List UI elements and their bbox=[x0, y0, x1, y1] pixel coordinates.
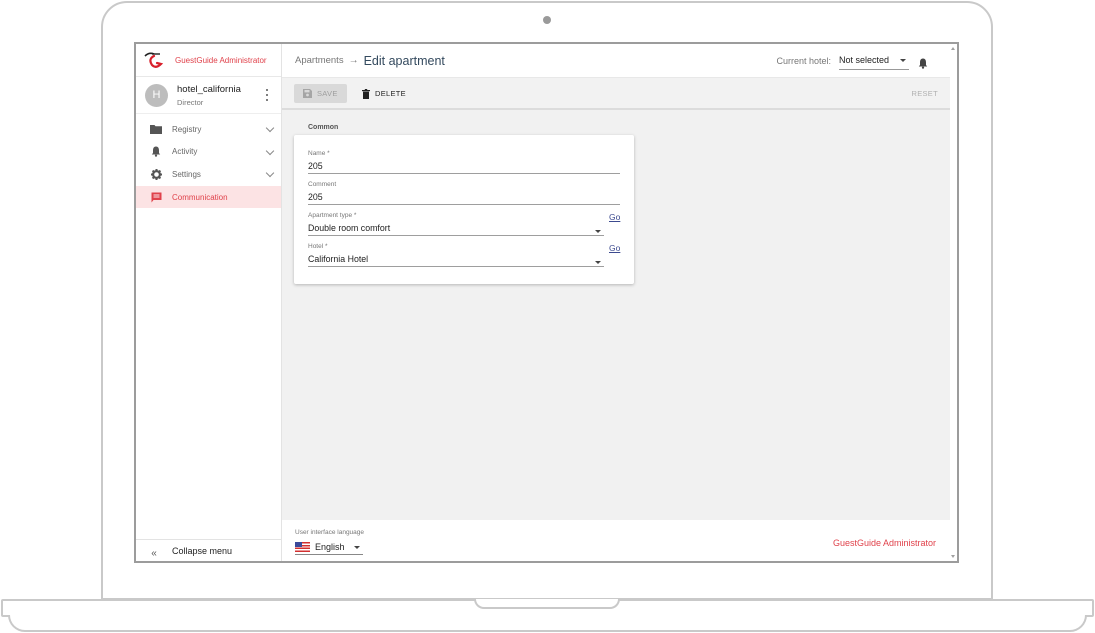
reset-button[interactable]: RESET bbox=[911, 84, 938, 103]
sidebar-item-label: Settings bbox=[172, 169, 201, 179]
laptop-notch bbox=[474, 599, 620, 609]
hotel-value: California Hotel bbox=[308, 254, 369, 264]
chevron-down-icon bbox=[265, 168, 275, 178]
notifications-bell-icon[interactable] bbox=[918, 56, 928, 69]
app: GuestGuide Administrator H hotel_califor… bbox=[136, 44, 957, 561]
sidebar: GuestGuide Administrator H hotel_califor… bbox=[136, 44, 282, 561]
breadcrumb-arrow: → bbox=[348, 55, 359, 66]
page-title: Edit apartment bbox=[363, 53, 445, 68]
save-icon bbox=[303, 89, 312, 98]
brand[interactable]: GuestGuide Administrator bbox=[136, 44, 281, 77]
dropdown-caret-icon bbox=[595, 230, 601, 233]
apartment-type-go-link[interactable]: Go bbox=[609, 212, 620, 222]
dropdown-caret-icon bbox=[354, 546, 360, 549]
sidebar-item-registry[interactable]: Registry bbox=[136, 118, 281, 141]
trash-icon bbox=[362, 88, 370, 99]
gear-icon bbox=[150, 168, 162, 180]
bell-icon bbox=[150, 146, 162, 158]
footer: User interface language English GuestGui… bbox=[282, 520, 950, 561]
laptop-camera bbox=[543, 16, 551, 24]
sidebar-item-activity[interactable]: Activity bbox=[136, 141, 281, 164]
collapse-menu-label: Collapse menu bbox=[172, 545, 233, 556]
save-button[interactable]: SAVE bbox=[294, 84, 347, 103]
language-label: User interface language bbox=[295, 529, 365, 536]
apartment-type-field[interactable]: Apartment type * Double room comfort bbox=[308, 212, 604, 236]
name-field[interactable]: Name * 205 bbox=[308, 150, 620, 174]
user-role: Director bbox=[177, 97, 204, 107]
name-label: Name * bbox=[308, 150, 330, 157]
footer-brand: GuestGuide Administrator bbox=[832, 538, 936, 548]
user-panel: H hotel_california Director bbox=[136, 77, 281, 114]
breadcrumb-apartments[interactable]: Apartments bbox=[295, 55, 344, 66]
comment-field[interactable]: Comment 205 bbox=[308, 181, 620, 205]
current-hotel-select[interactable]: Not selected bbox=[839, 52, 909, 70]
hotel-field[interactable]: Hotel * California Hotel bbox=[308, 243, 604, 267]
chevron-down-icon bbox=[265, 146, 275, 155]
sidebar-nav: Registry Activity Settings Communication bbox=[136, 118, 281, 209]
language-value: English bbox=[315, 541, 345, 552]
save-label: SAVE bbox=[317, 89, 338, 98]
apartment-type-value: Double room comfort bbox=[308, 223, 391, 233]
form-card: Name * 205 Comment 205 Apartment type * … bbox=[294, 135, 634, 284]
delete-button[interactable]: DELETE bbox=[362, 84, 406, 103]
language-select[interactable]: English bbox=[295, 539, 363, 555]
reset-label: RESET bbox=[911, 89, 938, 98]
user-name: hotel_california bbox=[177, 83, 241, 95]
chevron-down-icon bbox=[265, 123, 275, 133]
delete-label: DELETE bbox=[375, 89, 406, 98]
scrollbar[interactable] bbox=[950, 44, 957, 561]
sidebar-item-label: Communication bbox=[172, 192, 228, 202]
scroll-down-icon[interactable] bbox=[951, 555, 955, 558]
current-hotel-value: Not selected bbox=[839, 55, 890, 65]
header: Apartments → Edit apartment Current hote… bbox=[282, 44, 957, 78]
sidebar-item-settings[interactable]: Settings bbox=[136, 163, 281, 186]
collapse-menu-button[interactable]: « Collapse menu bbox=[136, 539, 281, 561]
hotel-label: Hotel * bbox=[308, 243, 328, 250]
folder-icon bbox=[150, 123, 162, 135]
apartment-type-select[interactable]: Double room comfort bbox=[308, 223, 604, 236]
user-menu-icon[interactable] bbox=[265, 89, 269, 101]
screen: GuestGuide Administrator H hotel_califor… bbox=[134, 42, 959, 563]
toolbar: SAVE DELETE RESET bbox=[282, 78, 950, 110]
double-chevron-left-icon: « bbox=[151, 547, 157, 559]
guestguide-logo-icon bbox=[143, 50, 165, 70]
hotel-select[interactable]: California Hotel bbox=[308, 254, 604, 267]
current-hotel-label: Current hotel: bbox=[776, 56, 831, 66]
sidebar-item-label: Activity bbox=[172, 147, 198, 157]
main-content: Common Name * 205 Comment 205 Apartment … bbox=[282, 110, 950, 520]
brand-name: GuestGuide Administrator bbox=[175, 55, 267, 65]
avatar: H bbox=[145, 83, 168, 107]
comment-label: Comment bbox=[308, 181, 337, 188]
section-title: Common bbox=[308, 124, 339, 131]
name-input[interactable]: 205 bbox=[308, 161, 620, 174]
scroll-up-icon[interactable] bbox=[951, 47, 955, 50]
laptop-base-bottom bbox=[8, 615, 1087, 632]
comment-input[interactable]: 205 bbox=[308, 192, 620, 205]
sidebar-item-label: Registry bbox=[172, 124, 202, 134]
dropdown-caret-icon bbox=[595, 261, 601, 264]
apartment-type-label: Apartment type * bbox=[308, 212, 357, 219]
chat-icon bbox=[150, 191, 162, 203]
us-flag-icon bbox=[295, 541, 310, 552]
dropdown-caret-icon bbox=[900, 59, 906, 62]
sidebar-item-communication[interactable]: Communication bbox=[136, 185, 281, 209]
hotel-go-link[interactable]: Go bbox=[609, 243, 620, 253]
